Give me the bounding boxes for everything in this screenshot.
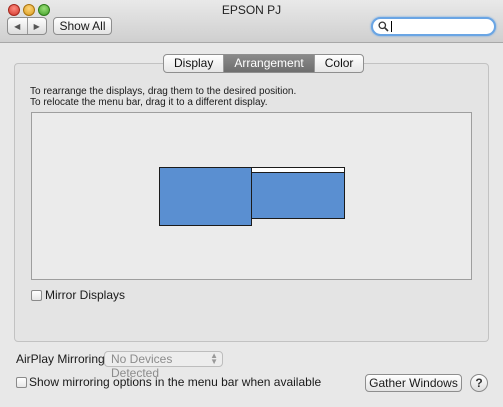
forward-icon[interactable]: ▶ <box>26 18 47 34</box>
show-all-button[interactable]: Show All <box>53 17 112 35</box>
popup-arrows-icon: ▲ ▼ <box>210 351 218 366</box>
tab-arrangement[interactable]: Arrangement <box>223 55 314 72</box>
tab-bar: Display Arrangement Color <box>163 54 365 73</box>
gather-windows-button[interactable]: Gather Windows <box>365 374 462 392</box>
display-thumbnail-secondary[interactable] <box>251 167 345 219</box>
tab-display[interactable]: Display <box>164 55 223 72</box>
display-thumbnail-primary[interactable] <box>159 167 252 226</box>
menubar-instruction: To relocate the menu bar, drag it to a d… <box>30 97 268 108</box>
airplay-mirroring-label: AirPlay Mirroring: <box>16 352 109 366</box>
help-button[interactable]: ? <box>470 374 488 392</box>
search-icon <box>378 21 389 32</box>
title-bar: EPSON PJ ◀ ▶ Show All <box>0 0 503 43</box>
airplay-device-popup[interactable]: No Devices Detected ▲ ▼ <box>104 351 223 380</box>
mirror-displays-checkbox[interactable] <box>31 290 42 301</box>
search-field[interactable] <box>371 17 496 36</box>
window-title: EPSON PJ <box>221 3 282 17</box>
menu-bar-handle[interactable] <box>252 168 344 173</box>
window: EPSON PJ ◀ ▶ Show All Display Arrangemen… <box>0 0 503 407</box>
back-forward-control: ◀ ▶ <box>7 17 47 35</box>
show-mirroring-options-checkbox[interactable] <box>16 377 27 388</box>
tab-color[interactable]: Color <box>313 55 364 72</box>
show-mirroring-options-label[interactable]: Show mirroring options in the menu bar w… <box>29 375 321 389</box>
mirror-displays-label[interactable]: Mirror Displays <box>45 288 125 302</box>
rearrange-instruction: To rearrange the displays, drag them to … <box>30 86 297 97</box>
text-caret <box>391 21 392 32</box>
back-icon[interactable]: ◀ <box>8 18 27 34</box>
